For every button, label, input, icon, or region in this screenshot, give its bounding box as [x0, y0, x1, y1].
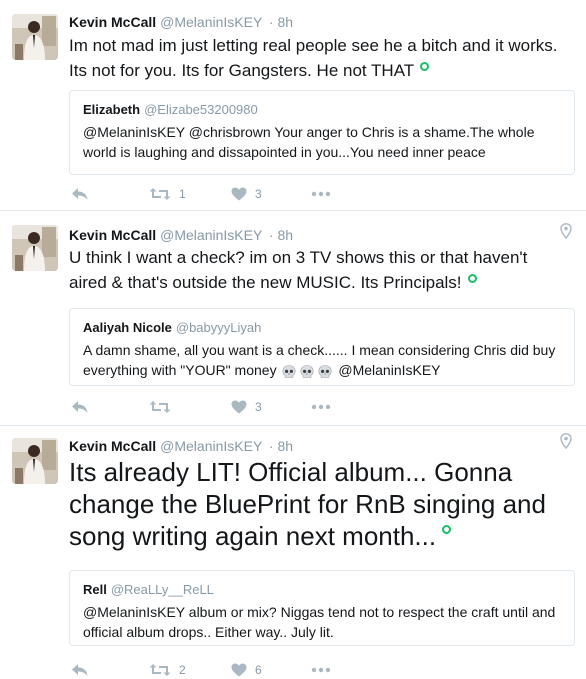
- tweet[interactable]: Kevin McCall @MelaninIsKEY · 8h Im not ma…: [0, 0, 586, 211]
- tweet[interactable]: Kevin McCall @MelaninIsKEY · 8h U think I…: [0, 211, 586, 426]
- more-icon: [311, 667, 331, 673]
- reply-icon: [72, 664, 88, 676]
- tweet-text-content: Im not mad im just letting real people s…: [69, 36, 558, 80]
- author-handle[interactable]: @MelaninIsKEY: [160, 438, 262, 454]
- quoted-tweet-text: @MelaninIsKEY @chrisbrown Your anger to …: [83, 124, 535, 160]
- reply-button[interactable]: [71, 660, 89, 679]
- more-button[interactable]: [311, 184, 331, 204]
- quoted-author-name: Rell: [83, 582, 107, 597]
- reply-button[interactable]: [71, 184, 89, 204]
- heart-icon: [231, 400, 247, 414]
- quoted-tweet[interactable]: Aaliyah Nicole @babyyyLiyah A damn shame,…: [69, 308, 575, 386]
- quoted-author-name: Elizabeth: [83, 102, 141, 117]
- author-name[interactable]: Kevin McCall: [69, 227, 156, 243]
- skull-emoji-icon: [300, 364, 315, 378]
- green-circle-icon: [467, 274, 477, 284]
- tweet-actions: 2 6: [69, 660, 469, 679]
- more-button[interactable]: [311, 397, 331, 417]
- quoted-author-handle: @babyyyLiyah: [175, 320, 262, 335]
- tweet-text-content: Its already LIT! Official album... Gonna…: [69, 457, 546, 551]
- location-pin-icon[interactable]: [560, 223, 572, 239]
- tweet-actions: 3: [69, 397, 469, 417]
- author-name[interactable]: Kevin McCall: [69, 438, 156, 454]
- reply-icon: [72, 401, 88, 413]
- tweet-text: U think I want a check? im on 3 TV shows…: [69, 245, 569, 295]
- quoted-tweet-header: Rell @ReaLLy__ReLL: [83, 581, 561, 599]
- more-icon: [311, 404, 331, 410]
- skull-emoji-icon: [282, 364, 297, 378]
- tweet-header: Kevin McCall @MelaninIsKEY · 8h: [69, 13, 293, 31]
- retweet-icon: [149, 664, 171, 676]
- author-handle[interactable]: @MelaninIsKEY: [160, 227, 262, 243]
- quoted-author-handle: @ReaLLy__ReLL: [110, 582, 214, 597]
- tweet-text-content: U think I want a check? im on 3 TV shows…: [69, 248, 528, 292]
- more-button[interactable]: [311, 660, 331, 679]
- green-circle-icon: [420, 62, 430, 72]
- retweet-button[interactable]: [149, 397, 179, 417]
- quoted-tweet-header: Elizabeth @Elizabe53200980: [83, 101, 561, 119]
- quoted-author-name: Aaliyah Nicole: [83, 320, 172, 335]
- quoted-tweet[interactable]: Rell @ReaLLy__ReLL @MelaninIsKEY album or…: [69, 570, 575, 646]
- avatar[interactable]: [12, 225, 58, 271]
- like-count: 3: [255, 187, 262, 201]
- location-pin-icon[interactable]: [560, 433, 572, 449]
- more-icon: [311, 191, 331, 197]
- quoted-tweet-header: Aaliyah Nicole @babyyyLiyah: [83, 319, 561, 337]
- heart-icon: [231, 187, 247, 201]
- quoted-tweet[interactable]: Elizabeth @Elizabe53200980 @MelaninIsKEY …: [69, 90, 575, 175]
- avatar[interactable]: [12, 14, 58, 60]
- timestamp[interactable]: · 8h: [269, 14, 293, 30]
- timestamp[interactable]: · 8h: [269, 227, 293, 243]
- retweet-icon: [149, 188, 171, 200]
- retweet-button[interactable]: 1: [149, 184, 186, 204]
- quoted-tweet-text: A damn shame, all you want is a check...…: [83, 340, 561, 380]
- like-button[interactable]: 3: [231, 397, 262, 417]
- author-handle[interactable]: @MelaninIsKEY: [160, 14, 262, 30]
- author-name[interactable]: Kevin McCall: [69, 14, 156, 30]
- tweet-actions: 1 3: [69, 184, 469, 204]
- like-button[interactable]: 3: [231, 184, 262, 204]
- timestamp[interactable]: · 8h: [269, 438, 293, 454]
- skull-emoji-icon: [318, 364, 333, 378]
- like-count: 6: [255, 663, 262, 677]
- tweet-header: Kevin McCall @MelaninIsKEY · 8h: [69, 226, 293, 244]
- reply-button[interactable]: [71, 397, 89, 417]
- heart-icon: [231, 663, 247, 677]
- reply-icon: [72, 188, 88, 200]
- like-button[interactable]: 6: [231, 660, 262, 679]
- quoted-mention: @MelaninIsKEY: [338, 362, 441, 378]
- retweet-button[interactable]: 2: [149, 660, 186, 679]
- avatar[interactable]: [12, 438, 58, 484]
- tweet-header: Kevin McCall @MelaninIsKEY · 8h: [69, 437, 293, 455]
- quoted-author-handle: @Elizabe53200980: [144, 102, 258, 117]
- retweet-count: 2: [179, 663, 186, 677]
- retweet-count: 1: [179, 187, 186, 201]
- green-circle-icon: [442, 524, 452, 534]
- quoted-tweet-text: @MelaninIsKEY album or mix? Niggas tend …: [83, 604, 556, 640]
- like-count: 3: [255, 400, 262, 414]
- tweet-text: Im not mad im just letting real people s…: [69, 33, 569, 83]
- tweet-text: Its already LIT! Official album... Gonna…: [69, 456, 569, 552]
- tweet[interactable]: Kevin McCall @MelaninIsKEY · 8h Its alrea…: [0, 426, 586, 679]
- retweet-icon: [149, 401, 171, 413]
